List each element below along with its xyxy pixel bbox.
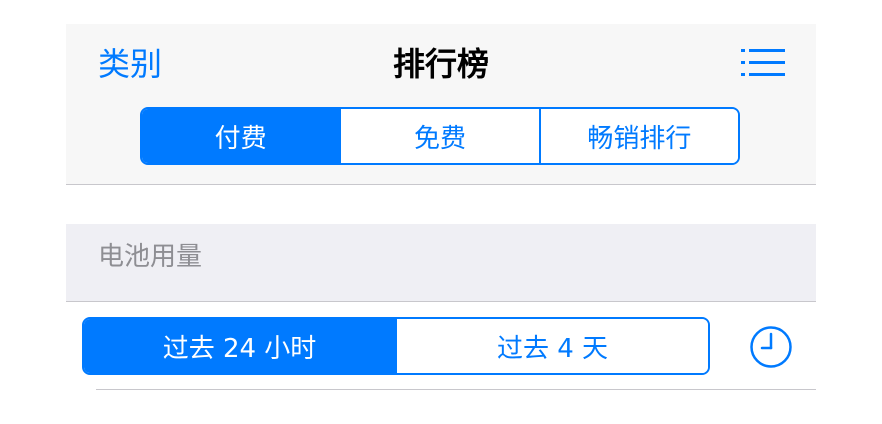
battery-usage-section-header: 电池用量 [66,224,816,302]
navigation-bar: 类别 排行榜 付费 免费 畅销排行 [66,24,816,185]
segment-paid[interactable]: 付费 [142,109,340,163]
segment-last-24-hours[interactable]: 过去 24 小时 [84,319,395,373]
page-title: 排行榜 [392,45,489,83]
time-range-segmented-control: 过去 24 小时 过去 4 天 [82,317,710,375]
section-title: 电池用量 [98,242,203,272]
clock-icon[interactable] [749,325,793,369]
list-icon[interactable] [741,48,785,78]
segment-top-grossing[interactable]: 畅销排行 [538,109,738,163]
chart-type-segmented-control: 付费 免费 畅销排行 [140,107,740,165]
segment-last-4-days[interactable]: 过去 4 天 [395,319,708,373]
row-separator [96,389,816,390]
segment-free[interactable]: 免费 [339,109,539,163]
